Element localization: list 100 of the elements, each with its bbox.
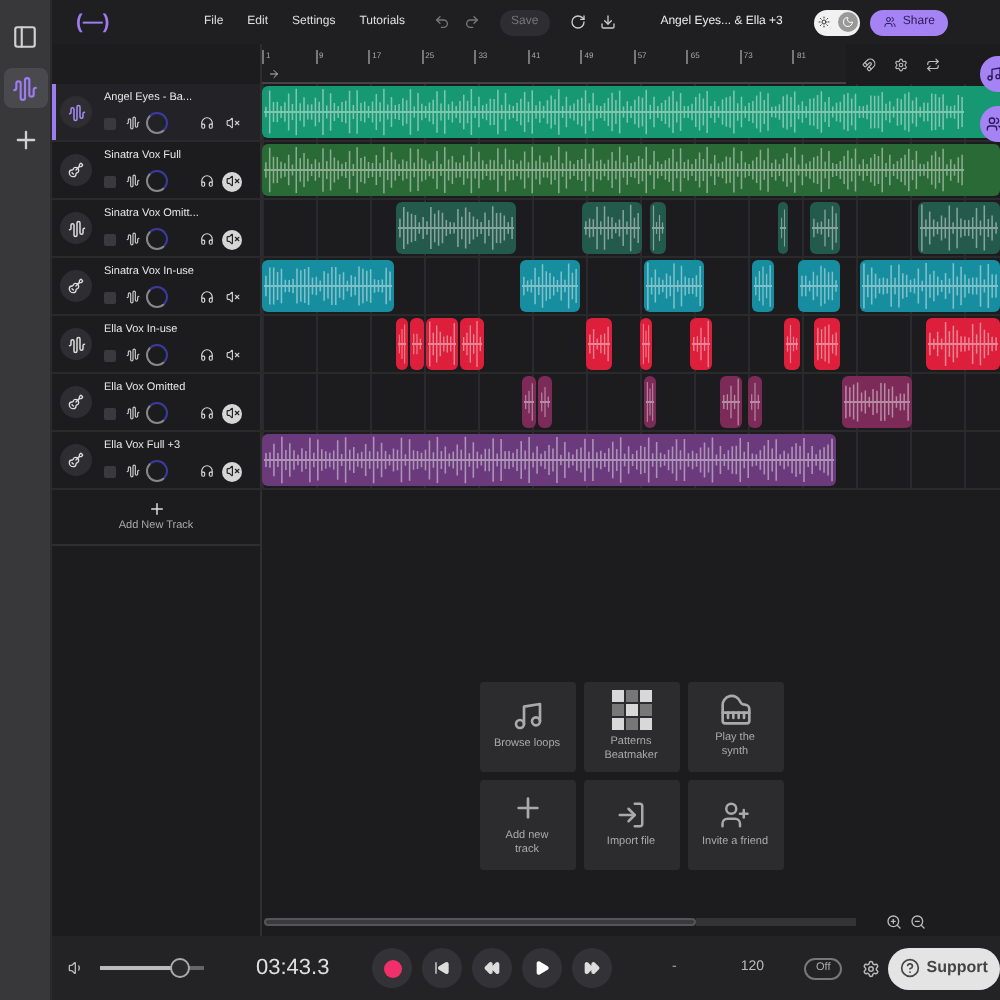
audio-clip[interactable] (396, 202, 516, 254)
app-logo: (—) (76, 9, 112, 37)
audio-clip[interactable] (538, 376, 552, 428)
rewind-button[interactable] (472, 948, 512, 988)
waveform-drawing (692, 318, 710, 370)
record-button[interactable] (372, 948, 412, 988)
audio-clip[interactable] (720, 376, 742, 428)
effects-icon[interactable] (126, 406, 140, 421)
waveform-drawing (722, 376, 740, 428)
audio-clip[interactable] (640, 318, 652, 370)
volume-knob[interactable] (146, 402, 168, 425)
tracks-rail-button[interactable] (3, 68, 47, 108)
mute-button[interactable] (222, 171, 242, 192)
headphones-icon[interactable] (200, 406, 214, 421)
audio-clip[interactable] (842, 376, 912, 428)
waveform-drawing (652, 202, 664, 254)
fast-forward-button[interactable] (572, 948, 612, 988)
headphones-icon[interactable] (200, 232, 214, 247)
undo-icon[interactable] (433, 14, 449, 30)
audio-clip[interactable] (810, 202, 840, 254)
audio-clip[interactable] (644, 376, 656, 428)
sun-icon (818, 16, 831, 28)
support-button[interactable]: Support (888, 947, 1000, 989)
audio-clip[interactable] (520, 260, 580, 312)
mute-icon (225, 348, 239, 363)
users-icon (986, 116, 1000, 132)
volume-knob[interactable] (146, 286, 168, 309)
audio-clip[interactable] (644, 260, 704, 312)
volume-knob[interactable] (146, 228, 168, 251)
headphones-icon[interactable] (200, 348, 214, 363)
mute-button[interactable] (222, 403, 242, 424)
effects-icon[interactable] (126, 464, 140, 479)
sync-icon[interactable] (570, 14, 587, 30)
audio-clip[interactable] (586, 318, 612, 370)
audio-clip[interactable] (748, 376, 762, 428)
user-plus-icon (720, 799, 750, 829)
mute-button[interactable] (222, 287, 242, 308)
grid-icon (611, 689, 651, 729)
audio-clip[interactable] (522, 376, 536, 428)
plus-icon (511, 791, 543, 823)
audio-clip[interactable] (690, 318, 712, 370)
audio-clip[interactable] (918, 202, 1000, 254)
download-icon[interactable] (600, 14, 617, 30)
zoom-out-icon[interactable] (910, 914, 926, 930)
panel-icon (12, 23, 38, 49)
volume-knob[interactable] (146, 344, 168, 367)
waveform-drawing (646, 260, 702, 312)
settings-icon[interactable] (894, 57, 908, 71)
waveform-drawing (646, 376, 654, 428)
effects-icon[interactable] (126, 116, 140, 131)
plus-icon (11, 126, 39, 154)
mute-button[interactable] (222, 461, 242, 482)
waveform-icon (12, 75, 38, 101)
zoom-in-icon[interactable] (886, 914, 902, 930)
magnet-icon[interactable] (862, 57, 876, 71)
settings-icon[interactable] (862, 959, 881, 977)
volume-knob[interactable] (146, 460, 168, 483)
users-icon (884, 16, 897, 28)
piano-icon (719, 693, 751, 725)
waveform-drawing (800, 260, 838, 312)
audio-clip[interactable] (396, 318, 408, 370)
audio-clip[interactable] (860, 260, 1000, 312)
headphones-icon[interactable] (200, 174, 214, 189)
headphones-icon[interactable] (200, 116, 214, 131)
audio-clip[interactable] (814, 318, 840, 370)
effects-icon[interactable] (126, 348, 140, 363)
theme-toggle[interactable] (814, 9, 861, 35)
slider-thumb[interactable] (170, 958, 191, 978)
loop-icon[interactable] (926, 57, 940, 71)
redo-icon[interactable] (463, 14, 479, 30)
audio-clip[interactable] (752, 260, 774, 312)
audio-clip[interactable] (798, 260, 840, 312)
effects-icon[interactable] (126, 290, 140, 305)
skip-back-button[interactable] (422, 948, 462, 988)
audio-clip[interactable] (784, 318, 800, 370)
waveform-drawing (522, 260, 578, 312)
play-button[interactable] (522, 948, 562, 988)
effects-icon[interactable] (126, 232, 140, 247)
audio-clip[interactable] (926, 318, 1000, 370)
audio-clip[interactable] (460, 318, 484, 370)
volume-knob[interactable] (146, 170, 168, 193)
mute-button[interactable] (222, 345, 242, 366)
effects-icon[interactable] (126, 174, 140, 189)
audio-clip[interactable] (262, 260, 394, 312)
audio-clip[interactable] (650, 202, 666, 254)
volume-knob[interactable] (146, 112, 168, 135)
mute-icon (225, 464, 239, 479)
mute-button[interactable] (222, 113, 242, 134)
audio-clip[interactable] (410, 318, 424, 370)
waveform-drawing (844, 376, 910, 428)
audio-clip[interactable] (426, 318, 458, 370)
plus-icon (147, 499, 165, 518)
waveform-drawing (642, 318, 650, 370)
headphones-icon[interactable] (200, 464, 214, 479)
skip-back-icon (434, 960, 450, 976)
audio-clip[interactable] (582, 202, 642, 254)
horizontal-scrollbar[interactable] (264, 918, 696, 926)
headphones-icon[interactable] (200, 290, 214, 305)
mute-button[interactable] (222, 229, 242, 250)
audio-clip[interactable] (778, 202, 788, 254)
